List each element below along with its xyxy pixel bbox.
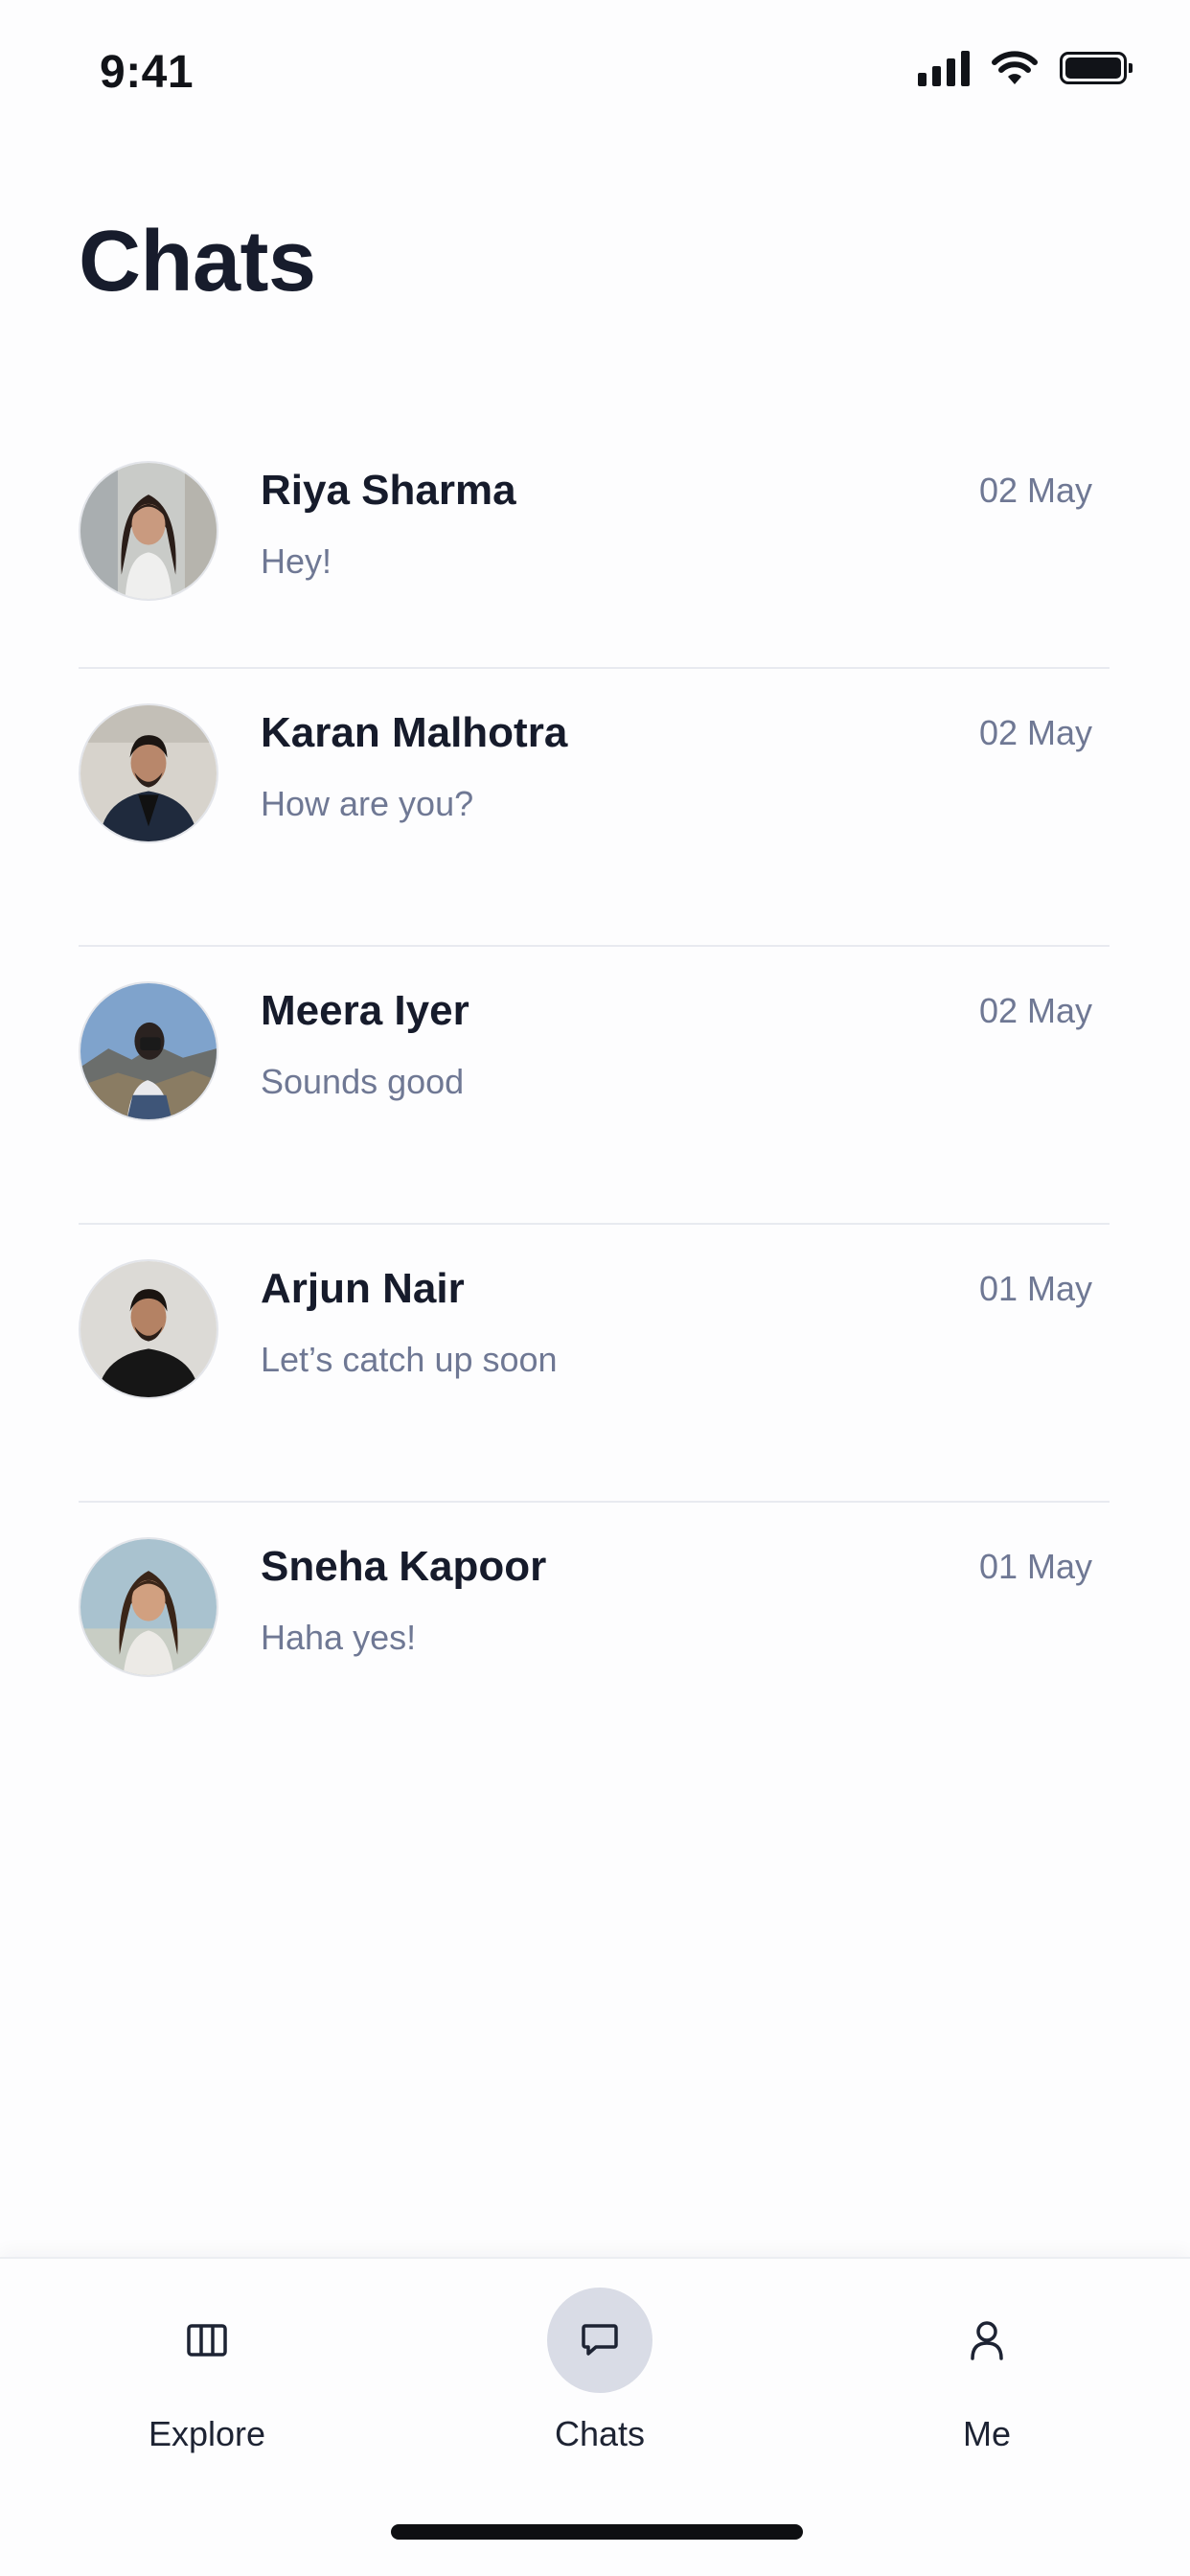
status-bar: 9:41 xyxy=(0,0,1190,144)
chat-name: Arjun Nair xyxy=(261,1265,465,1312)
chat-list-item[interactable]: Arjun Nair Let’s catch up soon 01 May xyxy=(79,1225,1110,1503)
tab-label: Me xyxy=(962,2414,1011,2453)
tab-explore[interactable]: Explore xyxy=(82,2288,332,2479)
chat-list-item[interactable]: Riya Sharma Hey! 02 May xyxy=(79,426,1110,669)
tab-label: Explore xyxy=(148,2414,266,2453)
chat-date: 02 May xyxy=(978,991,1092,1030)
avatar[interactable] xyxy=(79,461,218,601)
chat-list-item[interactable]: Karan Malhotra How are you? 02 May xyxy=(79,669,1110,947)
battery-icon xyxy=(1060,52,1133,84)
avatar[interactable] xyxy=(79,981,218,1121)
chat-date: 02 May xyxy=(978,471,1092,510)
chat-date: 02 May xyxy=(978,713,1092,752)
chat-preview: Let’s catch up soon xyxy=(261,1340,558,1379)
tab-icon-container xyxy=(934,2288,1040,2393)
chat-name: Sneha Kapoor xyxy=(261,1543,547,1590)
chat-name: Karan Malhotra xyxy=(261,709,568,756)
tab-icon-container xyxy=(154,2288,260,2393)
chat-list-item[interactable]: Sneha Kapoor Haha yes! 01 May xyxy=(79,1503,1110,1781)
tab-me[interactable]: Me xyxy=(862,2288,1111,2479)
chat-bubble-icon xyxy=(582,2324,618,2356)
chat-list-item[interactable]: Meera Iyer Sounds good 02 May xyxy=(79,947,1110,1225)
tab-label: Chats xyxy=(554,2414,646,2453)
chats-screen: 9:41 Chats Riya Sharma Hey! 02 May Karan… xyxy=(0,0,1190,2576)
page-title: Chats xyxy=(79,214,316,310)
chat-preview: Haha yes! xyxy=(261,1618,417,1657)
status-icons xyxy=(918,50,1133,86)
chat-date: 01 May xyxy=(978,1269,1092,1308)
person-icon xyxy=(971,2321,1003,2360)
avatar[interactable] xyxy=(79,1537,218,1677)
avatar[interactable] xyxy=(79,1259,218,1399)
tab-chats[interactable]: Chats xyxy=(475,2288,724,2479)
chat-preview: How are you? xyxy=(261,784,474,823)
chat-preview: Sounds good xyxy=(261,1062,465,1101)
columns-icon xyxy=(187,2324,227,2357)
home-indicator[interactable] xyxy=(391,2524,803,2540)
chat-name: Riya Sharma xyxy=(261,467,516,514)
chat-name: Meera Iyer xyxy=(261,987,469,1034)
chat-date: 01 May xyxy=(978,1547,1092,1586)
chat-list: Riya Sharma Hey! 02 May Karan Malhotra H… xyxy=(79,426,1110,1781)
chat-preview: Hey! xyxy=(261,541,332,581)
status-time: 9:41 xyxy=(100,47,195,98)
cellular-signal-icon xyxy=(918,50,970,86)
wifi-icon xyxy=(992,51,1038,84)
tab-icon-container xyxy=(547,2288,652,2393)
avatar[interactable] xyxy=(79,703,218,843)
